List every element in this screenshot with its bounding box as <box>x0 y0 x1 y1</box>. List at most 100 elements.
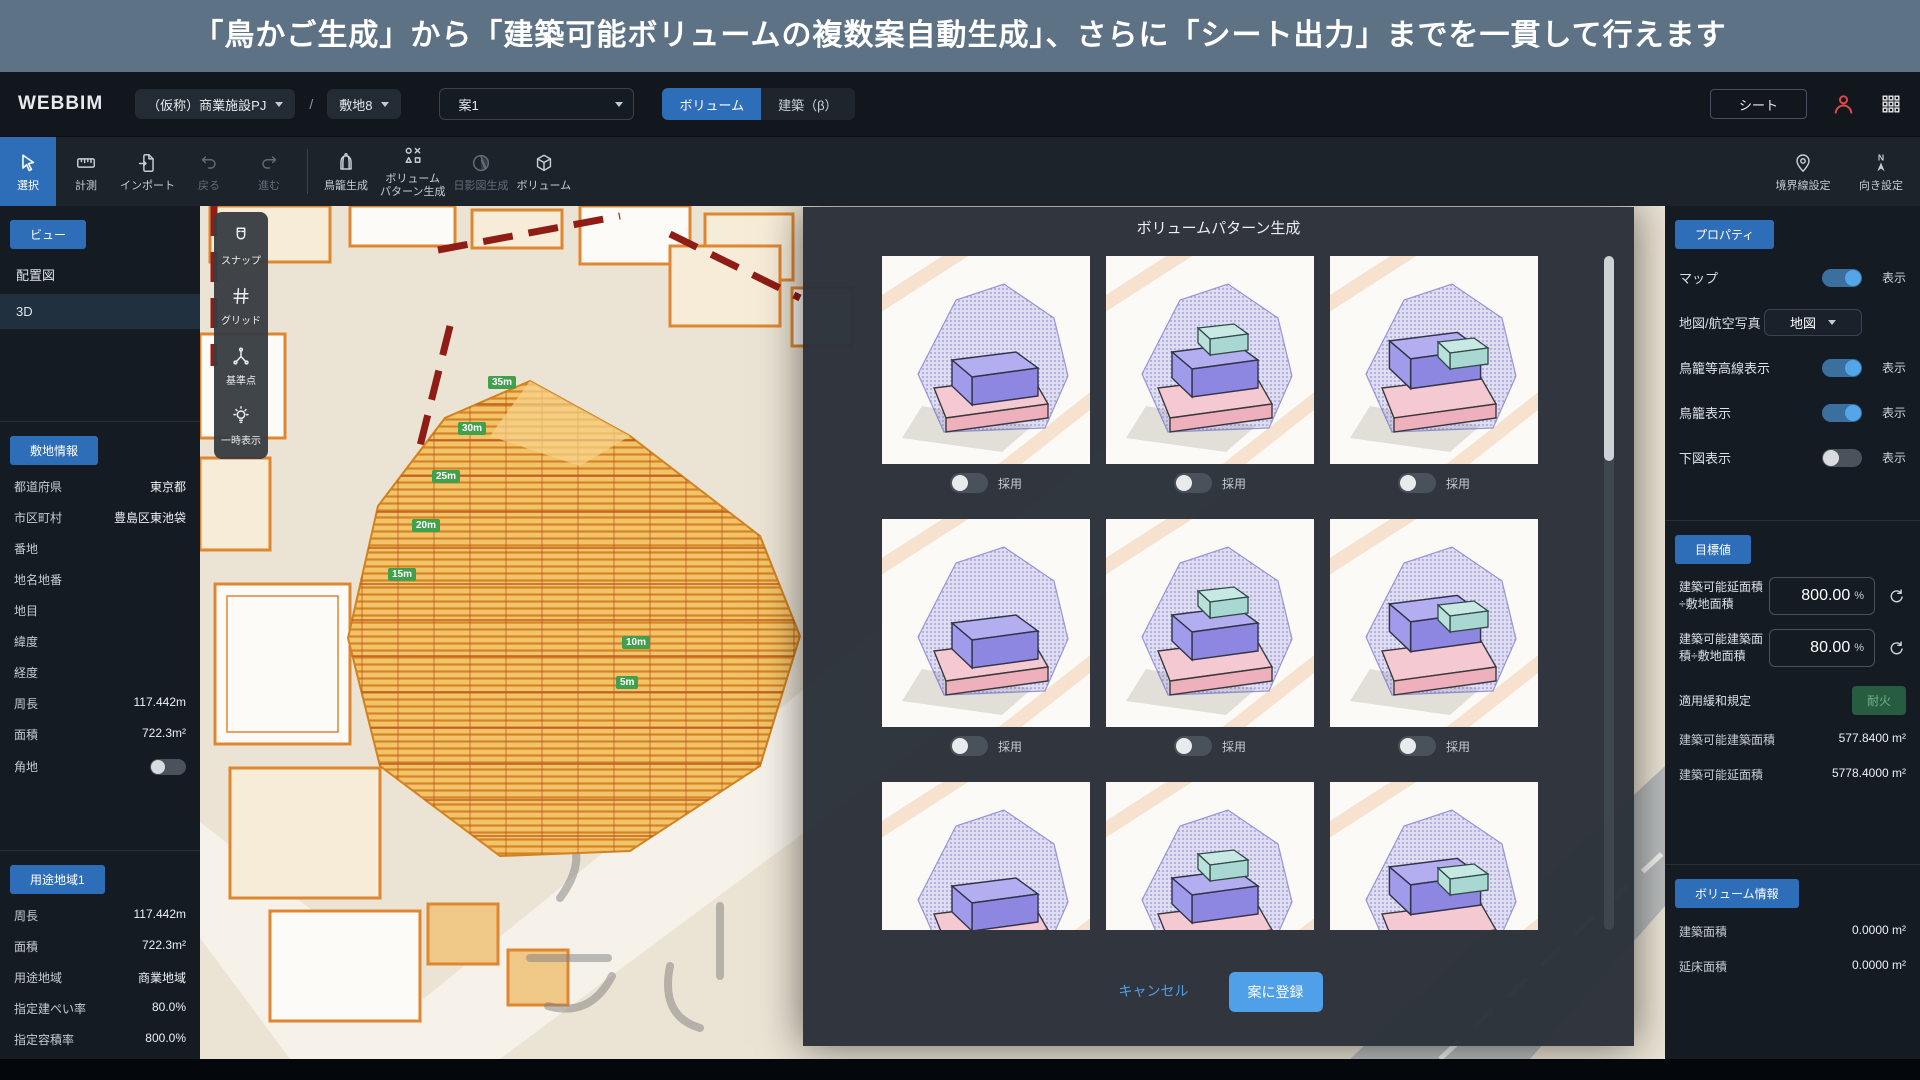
target-label: 建築可能延面積÷敷地面積 <box>1679 579 1769 613</box>
adopt-label: 採用 <box>1222 475 1246 492</box>
toolbar: 選択計測インポート戻る進む鳥籠生成ボリューム パターン生成日影図生成ボリューム … <box>0 136 1920 206</box>
toolbar-item-shadow[interactable]: 日影図生成 <box>449 137 512 206</box>
spacer <box>1665 792 1920 852</box>
toolbar-item-label: ボリューム <box>516 180 571 193</box>
user-icon[interactable] <box>1831 92 1856 117</box>
volume-pattern-cell[interactable]: 採用 <box>882 782 1090 930</box>
fireproof-badge[interactable]: 耐火 <box>1852 686 1906 715</box>
cancel-button[interactable]: キャンセル <box>1115 972 1193 1010</box>
relax-label: 適用緩和規定 <box>1679 692 1751 709</box>
volume-pattern-thumbnail[interactable] <box>1106 256 1314 464</box>
toolbar-item-label: 鳥籠生成 <box>324 180 368 193</box>
adopt-toggle[interactable] <box>1174 473 1212 493</box>
plan-selector[interactable]: 案1 <box>439 88 634 120</box>
toolbar-item-volume[interactable]: ボリューム <box>512 137 575 206</box>
project-name: （仮称）商業施設PJ <box>147 95 266 114</box>
zone-section-title: 用途地域1 <box>10 865 105 894</box>
adopt-toggle[interactable] <box>1174 736 1212 756</box>
properties-title: プロパティ <box>1675 220 1774 249</box>
view-item-3d[interactable]: 3D <box>0 294 200 329</box>
volume-pattern-thumbnail[interactable] <box>1330 519 1538 727</box>
map-area: スナップグリッド基準点一時表示 ボリュームパターン生成 <box>200 206 1665 1059</box>
project-selector[interactable]: （仮称）商業施設PJ <box>135 89 295 119</box>
volume-pattern-thumbnail[interactable] <box>1330 782 1538 930</box>
app-grid-icon[interactable] <box>1880 93 1902 115</box>
cage-toggle[interactable] <box>1822 404 1862 422</box>
property-label: マップ <box>1679 268 1822 287</box>
plan-name: 案1 <box>458 95 478 114</box>
info-value: 0.0000 m² <box>1852 923 1906 940</box>
site-selector[interactable]: 敷地8 <box>327 89 401 119</box>
toolbar-item-import[interactable]: インポート <box>116 137 179 206</box>
view-item-siteplan[interactable]: 配置図 <box>0 255 200 294</box>
volume-pattern-cell[interactable]: 採用 <box>1106 256 1314 493</box>
volume-pattern-cell[interactable]: 採用 <box>882 256 1090 493</box>
bottom-bar <box>0 1059 1920 1080</box>
info-value: 577.8400 m² <box>1839 731 1906 748</box>
sheet-button[interactable]: シート <box>1710 89 1807 119</box>
cage-contour-toggle[interactable] <box>1822 359 1862 377</box>
tab-volume[interactable]: ボリューム <box>662 88 761 120</box>
adopt-toggle[interactable] <box>950 736 988 756</box>
adopt-toggle[interactable] <box>1398 473 1436 493</box>
property-label: 鳥籠等高線表示 <box>1679 358 1822 377</box>
bcr-input[interactable]: 80.00 % <box>1769 629 1875 667</box>
volume-pattern-thumbnail[interactable] <box>1106 782 1314 930</box>
volume-pattern-cell[interactable]: 採用 <box>1106 519 1314 756</box>
toolbar-item-compass[interactable]: N向き設定 <box>1842 137 1920 206</box>
volume-pattern-cell[interactable]: 採用 <box>1330 782 1538 930</box>
underlay-toggle[interactable] <box>1822 449 1862 467</box>
info-value: 722.3m² <box>142 938 186 955</box>
palette-item-datum[interactable]: 基準点 <box>214 344 268 387</box>
far-input[interactable]: 800.00 % <box>1769 577 1875 615</box>
toolbar-item-cursor[interactable]: 選択 <box>0 137 56 206</box>
info-value: 117.442m <box>134 907 186 924</box>
volume-pattern-thumbnail[interactable] <box>882 782 1090 930</box>
adopt-toggle[interactable] <box>950 473 988 493</box>
volume-info-title: ボリューム情報 <box>1675 879 1799 908</box>
target-value-rows: 建築可能建築面積577.8400 m²建築可能延面積5778.4000 m² <box>1665 722 1920 792</box>
map-type-select[interactable]: 地図 <box>1764 309 1862 336</box>
info-row: 経度 <box>0 657 200 688</box>
volume-pattern-cell[interactable]: 採用 <box>882 519 1090 756</box>
info-row: 地名地番 <box>0 564 200 595</box>
refresh-icon[interactable] <box>1887 639 1906 658</box>
volume-pattern-cell[interactable]: 採用 <box>1106 782 1314 930</box>
volume-pattern-thumbnail[interactable] <box>882 519 1090 727</box>
volume-pattern-thumbnail[interactable] <box>1330 256 1538 464</box>
toolbar-item-redo[interactable]: 進む <box>239 137 299 206</box>
palette-item-magnet[interactable]: スナップ <box>214 224 268 267</box>
map-toggle[interactable] <box>1822 269 1862 287</box>
volume-pattern-render <box>1330 519 1538 727</box>
volume-pattern-thumbnail[interactable] <box>882 256 1090 464</box>
info-label: 建築可能延面積 <box>1679 766 1763 783</box>
ruler-icon <box>75 151 97 175</box>
corner-lot-toggle[interactable] <box>150 759 186 775</box>
modal-scrollbar[interactable] <box>1604 256 1614 930</box>
toolbar-item-ruler[interactable]: 計測 <box>56 137 116 206</box>
palette-item-label: スナップ <box>221 252 261 267</box>
far-unit: % <box>1854 590 1864 602</box>
toolbar-item-pin[interactable]: 境界線設定 <box>1764 137 1842 206</box>
adopt-row: 採用 <box>1106 736 1314 756</box>
adopt-toggle[interactable] <box>1398 736 1436 756</box>
refresh-icon[interactable] <box>1887 587 1906 606</box>
palette-item-label: グリッド <box>221 312 261 327</box>
info-row: 指定容積率800.0% <box>0 1024 200 1055</box>
app-logo: WEBBIM <box>18 93 103 115</box>
toolbar-item-pattern[interactable]: ボリューム パターン生成 <box>376 137 449 206</box>
tab-building-beta[interactable]: 建築（β） <box>761 88 854 120</box>
palette-item-bulb[interactable]: 一時表示 <box>214 404 268 447</box>
volume-pattern-cell[interactable]: 採用 <box>1330 519 1538 756</box>
info-label: 周長 <box>14 907 38 924</box>
cage-icon <box>335 151 357 175</box>
adopt-row: 採用 <box>882 473 1090 493</box>
corner-lot-row: 角地 <box>0 750 200 783</box>
volume-pattern-thumbnail[interactable] <box>1106 519 1314 727</box>
volume-pattern-cell[interactable]: 採用 <box>1330 256 1538 493</box>
toolbar-item-undo[interactable]: 戻る <box>179 137 239 206</box>
modal-body: 採用 <box>803 247 1634 930</box>
register-plan-button[interactable]: 案に登録 <box>1229 972 1323 1012</box>
palette-item-grid[interactable]: グリッド <box>214 284 268 327</box>
toolbar-item-cage[interactable]: 鳥籠生成 <box>316 137 376 206</box>
